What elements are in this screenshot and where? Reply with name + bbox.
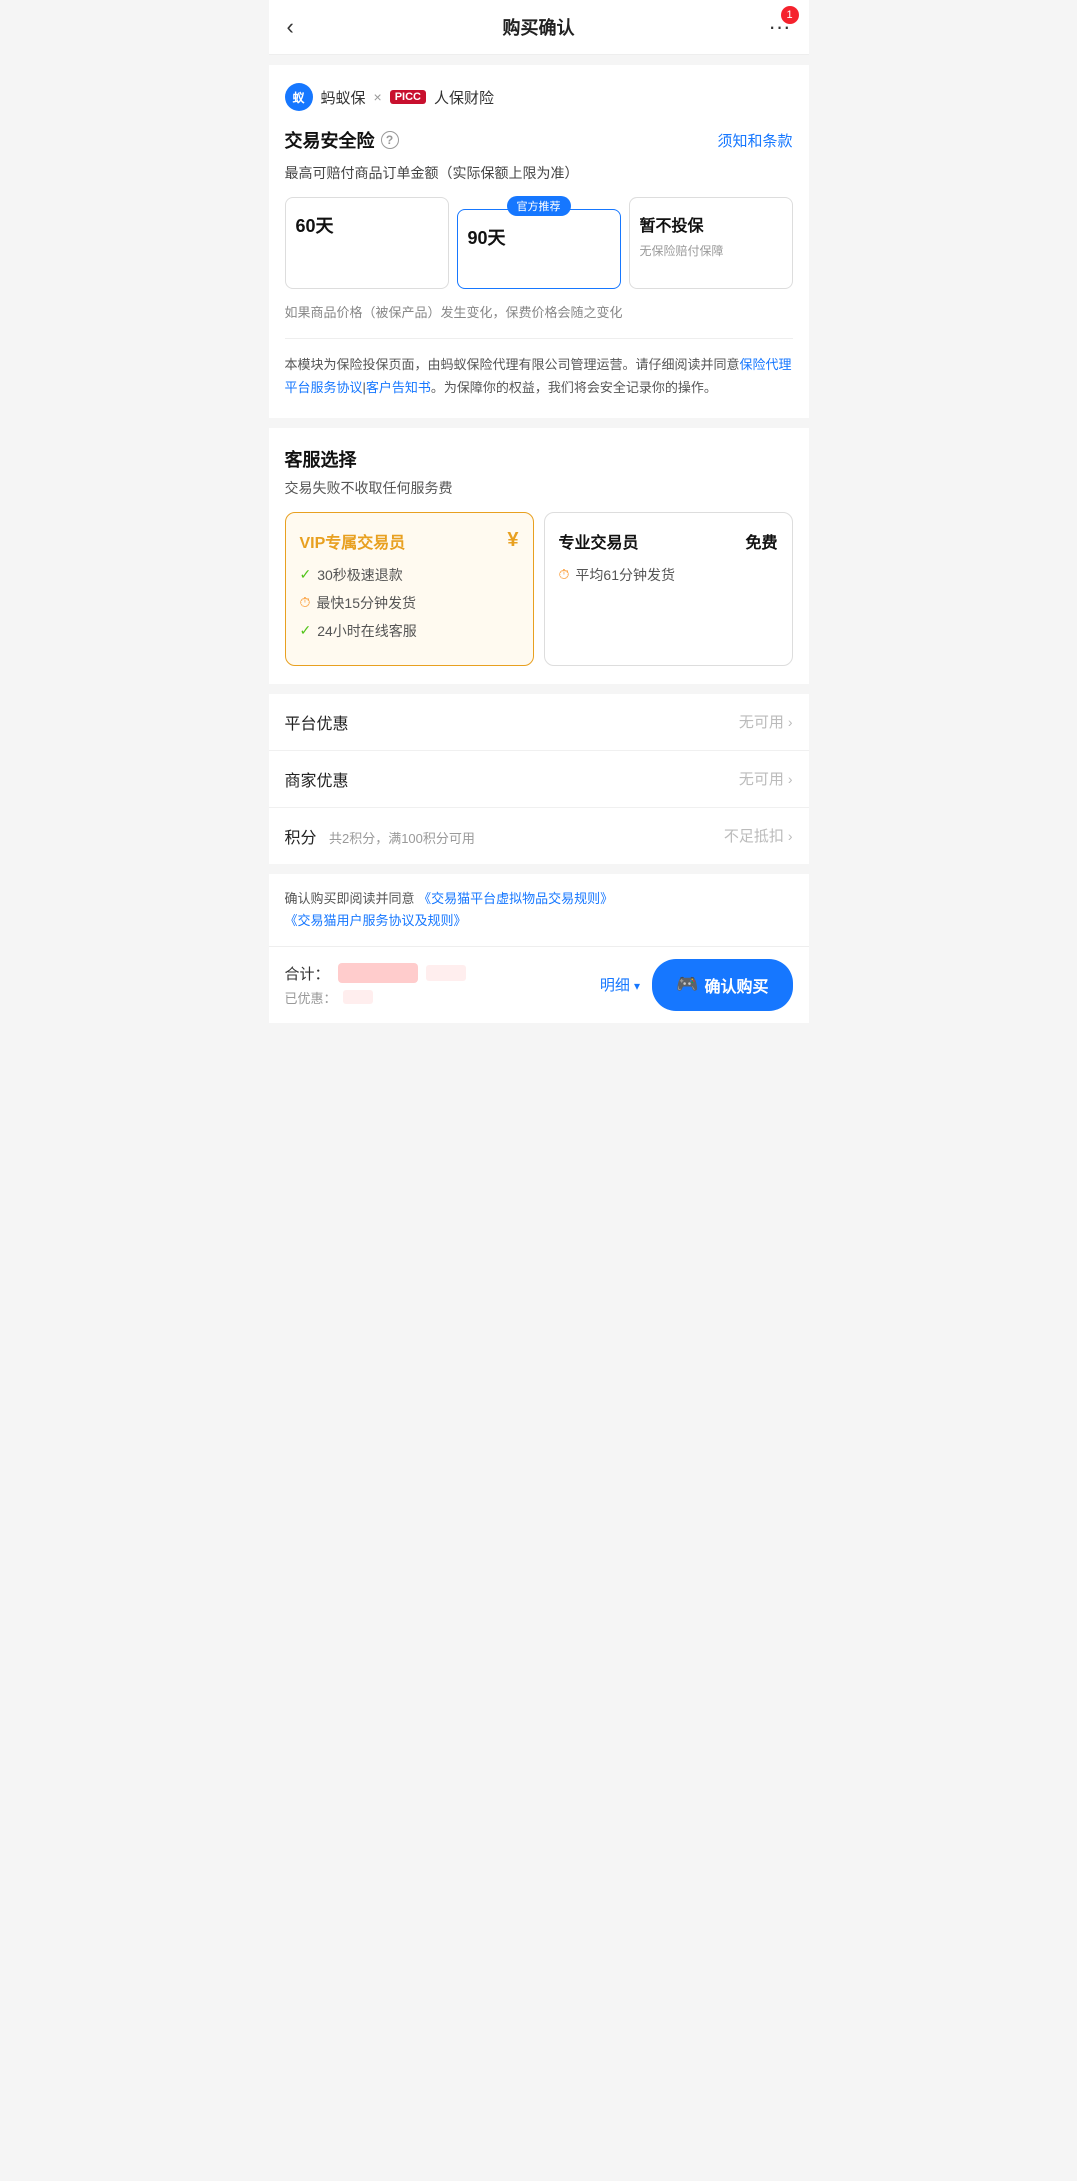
back-button[interactable]: ‹: [287, 14, 294, 40]
points-sub: 共2积分，满100积分可用: [329, 831, 475, 846]
vip-service-card[interactable]: VIP专属交易员 ¥ ✓ 30秒极速退款 ⏱ 最快15分钟发货 ✓ 24小时在线…: [285, 512, 534, 666]
merchant-discount-value: 无可用 ›: [739, 768, 793, 789]
insurance-desc: 最高可赔付商品订单金额（实际保额上限为准）: [285, 163, 793, 183]
insurance-option-60[interactable]: 60天: [285, 197, 449, 289]
check-icon-1: ✓: [300, 566, 312, 583]
option-90-label: 90天: [468, 224, 610, 250]
total-price-blurred: [338, 963, 418, 983]
brand1-label: 蚂蚁保: [321, 87, 366, 108]
chevron-right-icon-1: ›: [788, 714, 793, 730]
page-title: 购买确认: [503, 14, 575, 40]
customer-notice-link[interactable]: 客户告知书: [366, 380, 431, 395]
vip-feature-2: ⏱ 最快15分钟发货: [300, 593, 519, 613]
customer-service-section: 客服选择 交易失败不收取任何服务费 VIP专属交易员 ¥ ✓ 30秒极速退款 ⏱…: [269, 428, 809, 684]
picc-badge: PICC: [390, 90, 426, 104]
terms-text: 确认购买即阅读并同意 《交易猫平台虚拟物品交易规则》 《交易猫用户服务协议及规则…: [285, 888, 793, 932]
page-header: ‹ 购买确认 ··· 1: [269, 0, 809, 55]
insurance-info: 本模块为保险投保页面，由蚂蚁保险代理有限公司管理运营。请仔细阅读并同意保险代理平…: [285, 353, 793, 400]
chevron-right-icon-2: ›: [788, 771, 793, 787]
standard-service-card[interactable]: 专业交易员 免费 ⏱ 平均61分钟发货: [544, 512, 793, 666]
vip-feature-3: ✓ 24小时在线客服: [300, 621, 519, 641]
clock-icon-1: ⏱: [300, 594, 311, 611]
insurance-header: 交易安全险 ? 须知和条款: [285, 127, 793, 153]
merchant-discount-row[interactable]: 商家优惠 无可用 ›: [269, 751, 809, 808]
brand-row: 蚁 蚂蚁保 × PICC 人保财险: [285, 83, 793, 111]
brand-separator: ×: [374, 89, 382, 105]
standard-price: 免费: [745, 529, 777, 553]
points-value: 不足抵扣 ›: [724, 825, 793, 846]
platform-discount-row[interactable]: 平台优惠 无可用 ›: [269, 694, 809, 751]
saving-label: 已优惠：: [285, 988, 337, 1007]
platform-discount-value: 无可用 ›: [739, 711, 793, 732]
user-agreement-link[interactable]: 《交易猫用户服务协议及规则》: [285, 913, 467, 928]
check-icon-2: ✓: [300, 622, 312, 639]
chevron-right-icon-3: ›: [788, 828, 793, 844]
cs-options: VIP专属交易员 ¥ ✓ 30秒极速退款 ⏱ 最快15分钟发货 ✓ 24小时在线…: [285, 512, 793, 666]
platform-discount-label: 平台优惠: [285, 710, 349, 734]
discounts-section: 平台优惠 无可用 › 商家优惠 无可用 › 积分 共2积分，满100积分可用 不…: [269, 694, 809, 864]
help-icon[interactable]: ?: [381, 131, 399, 149]
points-label: 积分 共2积分，满100积分可用: [285, 824, 475, 848]
saving-amount-blurred: [343, 990, 373, 1004]
merchant-discount-label: 商家优惠: [285, 767, 349, 791]
recommend-badge: 官方推荐: [507, 196, 571, 216]
brand2-label: 人保财险: [434, 87, 494, 108]
cs-title: 客服选择: [285, 446, 793, 472]
trading-rules-link[interactable]: 《交易猫平台虚拟物品交易规则》: [418, 891, 613, 906]
option-no-label: 暂不投保: [640, 218, 704, 235]
vip-price: ¥: [507, 529, 518, 552]
points-row[interactable]: 积分 共2积分，满100积分可用 不足抵扣 ›: [269, 808, 809, 864]
vip-card-header: VIP专属交易员 ¥: [300, 529, 519, 553]
option-60-label: 60天: [296, 212, 438, 238]
footer: 合计： 已优惠： 明细 ▾ 🎮 确认购买: [269, 946, 809, 1023]
cs-subtitle: 交易失败不收取任何服务费: [285, 478, 793, 498]
detail-arrow-icon: ▾: [634, 979, 640, 993]
insurance-option-90[interactable]: 官方推荐 90天: [457, 209, 621, 289]
saving-row: 已优惠：: [285, 988, 588, 1007]
standard-label: 专业交易员: [559, 529, 639, 553]
vip-label: VIP专属交易员: [300, 529, 406, 553]
standard-card-header: 专业交易员 免费: [559, 529, 778, 553]
clock-icon-2: ⏱: [559, 566, 570, 583]
confirm-purchase-button[interactable]: 🎮 确认购买: [652, 959, 792, 1011]
mayi-logo: 蚁: [285, 83, 313, 111]
total-discount-blurred: [426, 965, 466, 981]
total-label: 合计：: [285, 963, 330, 984]
terms-section: 确认购买即阅读并同意 《交易猫平台虚拟物品交易规则》 《交易猫用户服务协议及规则…: [269, 874, 809, 946]
terms-link[interactable]: 须知和条款: [717, 130, 792, 151]
standard-feature-1: ⏱ 平均61分钟发货: [559, 565, 778, 585]
insurance-section: 蚁 蚂蚁保 × PICC 人保财险 交易安全险 ? 须知和条款 最高可赔付商品订…: [269, 65, 809, 418]
game-icon: 🎮: [676, 974, 698, 995]
detail-button[interactable]: 明细 ▾: [600, 974, 640, 995]
option-no-sub: 无保险赔付保障: [640, 242, 782, 259]
vip-feature-1: ✓ 30秒极速退款: [300, 565, 519, 585]
total-row: 合计：: [285, 963, 588, 984]
insurance-option-no[interactable]: 暂不投保 无保险赔付保障: [629, 197, 793, 289]
notification-badge: 1: [781, 6, 799, 24]
insurance-title: 交易安全险 ?: [285, 127, 399, 153]
price-change-notice: 如果商品价格（被保产品）发生变化，保费价格会随之变化: [285, 303, 793, 324]
insurance-options: 60天 官方推荐 90天 暂不投保 无保险赔付保障: [285, 197, 793, 289]
price-block: 合计： 已优惠：: [285, 963, 588, 1007]
more-button[interactable]: ··· 1: [769, 14, 791, 40]
